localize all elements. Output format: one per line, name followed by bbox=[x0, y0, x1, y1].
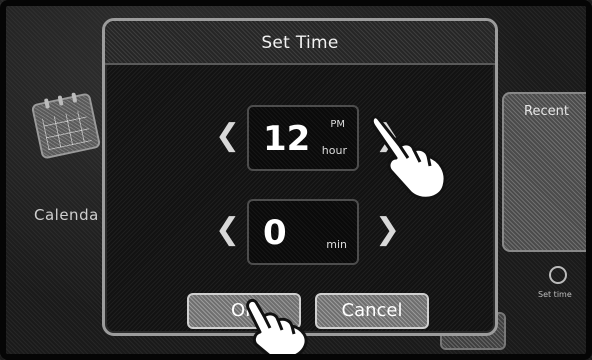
clock-icon[interactable] bbox=[549, 266, 567, 284]
cancel-button[interactable]: Cancel bbox=[315, 293, 429, 329]
minute-decrement-arrow-icon[interactable]: ❮ bbox=[215, 215, 240, 245]
calendar-label: Calenda bbox=[34, 206, 99, 224]
minute-value: 0 bbox=[263, 213, 287, 253]
minute-unit-label: min bbox=[326, 238, 347, 251]
hour-field: 12 PM hour bbox=[247, 105, 359, 171]
hour-decrement-arrow-icon[interactable]: ❮ bbox=[215, 121, 240, 151]
set-time-label: Set time bbox=[538, 290, 572, 299]
dialog-title: Set Time bbox=[261, 33, 339, 53]
hour-value: 12 bbox=[263, 119, 311, 159]
hour-unit-label: hour bbox=[321, 144, 347, 157]
minute-increment-arrow-icon[interactable]: ❯ bbox=[375, 215, 400, 245]
ampm-indicator: PM bbox=[330, 119, 345, 130]
dialog-header: Set Time bbox=[105, 21, 495, 65]
minute-field: 0 min bbox=[247, 199, 359, 265]
hand-pointer-icon bbox=[246, 298, 308, 360]
calendar-grid bbox=[41, 109, 92, 151]
recent-label: Recent bbox=[524, 104, 569, 119]
hand-pointer-icon bbox=[370, 115, 447, 200]
